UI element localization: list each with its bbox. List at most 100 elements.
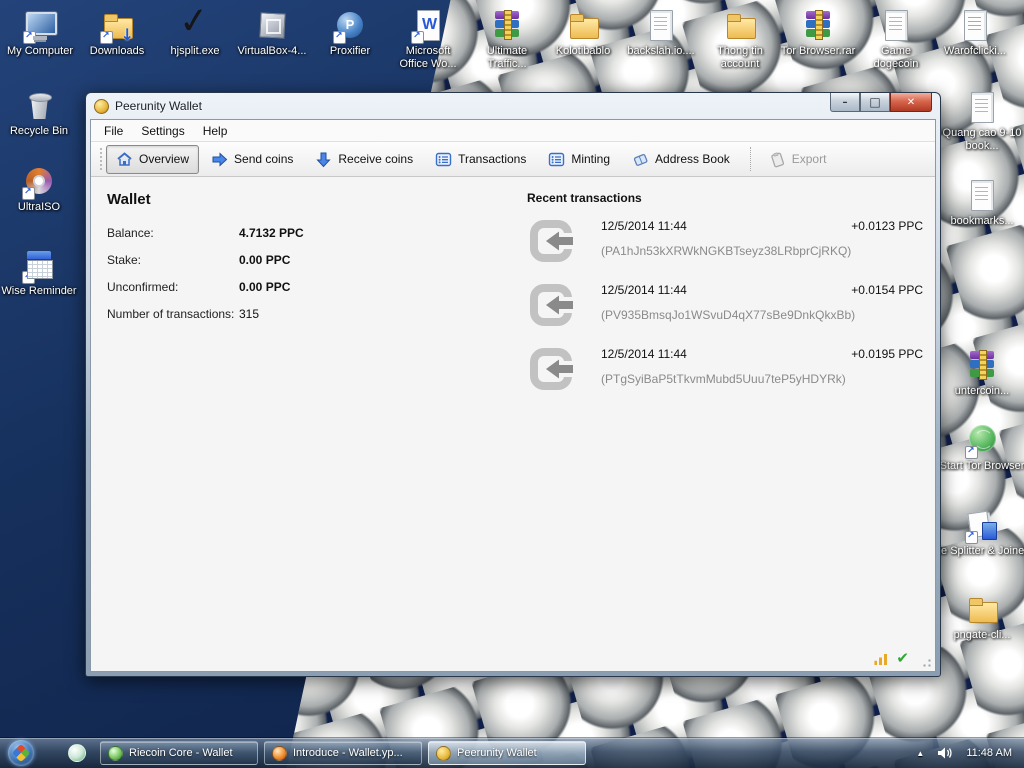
transaction-address: (PV935BmsqJo1WSvuD4qX77sBe9DnkQkxBb)	[601, 308, 923, 322]
minimize-button[interactable]	[830, 93, 860, 112]
desktop-icon-untercoin[interactable]: untercoin...	[934, 348, 1024, 398]
menu-settings[interactable]: Settings	[132, 121, 193, 141]
overview-page: Wallet Balance: 4.7132 PPC Stake: 0.00 P…	[91, 177, 935, 671]
desktop-icon-tor-rar[interactable]: Tor Browser.rar	[780, 8, 856, 58]
desktop-icon-ultimate-traffic[interactable]: Ultimate Traffic...	[469, 8, 545, 71]
riecoin-app-icon	[108, 746, 123, 761]
globe-icon	[965, 423, 999, 457]
desktop-icon-warofclicki[interactable]: Warofclicki...	[937, 8, 1013, 58]
shortcut-arrow-icon	[965, 446, 978, 459]
tx-count-row: Number of transactions: 315	[107, 307, 487, 321]
desktop-icon-recycle-bin[interactable]: Recycle Bin	[1, 88, 77, 138]
shortcut-arrow-icon	[965, 531, 978, 544]
desktop-icon-label: Ultimate Traffic...	[469, 45, 545, 71]
folder-icon	[566, 8, 600, 42]
desktop-icon-game-dogecoin[interactable]: Game dogecoin	[858, 8, 934, 71]
desktop-icon-start-tor[interactable]: Start Tor Browser	[934, 423, 1024, 473]
desktop-icon-bookmarks[interactable]: bookmarks...	[934, 178, 1024, 228]
menu-help[interactable]: Help	[194, 121, 237, 141]
desktop-icon-label: UltraISO	[1, 201, 77, 214]
speaker-icon[interactable]	[937, 746, 953, 760]
desktop-icon-virtualbox[interactable]: VirtualBox-4...	[234, 8, 310, 58]
wallet-panel: Wallet Balance: 4.7132 PPC Stake: 0.00 P…	[107, 191, 487, 334]
papers-icon	[965, 508, 999, 542]
address-book-icon	[632, 151, 649, 168]
window-titlebar[interactable]: Peerunity Wallet	[86, 93, 940, 119]
desktop-icon-label: bookmarks...	[934, 215, 1024, 228]
recent-transactions-panel: Recent transactions 12/5/2014 11:44 (PA1…	[527, 191, 923, 409]
taskbar-button-riecoin[interactable]: Riecoin Core - Wallet	[100, 741, 258, 765]
transaction-amount: +0.0195 PPC	[851, 347, 923, 361]
show-hidden-icons-chevron[interactable]	[916, 749, 924, 758]
desktop-icon-wise-reminder[interactable]: Wise Reminder	[1, 248, 77, 298]
desktop-icon-file-splitter[interactable]: ile Splitter & Joiner	[934, 508, 1024, 558]
desktop-icon-thong-tin[interactable]: Thong tin account	[702, 8, 778, 71]
cd-disc-icon	[22, 164, 56, 198]
winrar-archive-icon	[965, 348, 999, 382]
folder-icon	[723, 8, 757, 42]
desktop-icon-backslah[interactable]: backslah.io....	[623, 8, 699, 58]
toolbar-transactions-button[interactable]: Transactions	[425, 145, 536, 174]
desktop-icon-label: Game dogecoin	[858, 45, 934, 71]
shortcut-arrow-icon	[22, 271, 35, 284]
desktop-icon-label: Proxifier	[312, 45, 388, 58]
desktop-icon-my-computer[interactable]: My Computer	[2, 8, 78, 58]
toolbar-receive-coins-button[interactable]: Receive coins	[305, 145, 423, 174]
text-document-icon	[965, 90, 999, 124]
toolbar-send-coins-button[interactable]: Send coins	[201, 145, 303, 174]
transaction-row[interactable]: 12/5/2014 11:44 (PTgSyiBaP5tTkvmMubd5Uuu…	[527, 345, 923, 393]
toolbar-overview-button[interactable]: Overview	[106, 145, 199, 174]
shortcut-arrow-icon	[23, 31, 36, 44]
unconfirmed-row: Unconfirmed: 0.00 PPC	[107, 280, 487, 294]
desktop-icon-label: ile Splitter & Joiner	[934, 545, 1024, 558]
taskbar-button-firefox[interactable]: Introduce - Wallet.yp...	[264, 741, 422, 765]
desktop-icon-pngate[interactable]: pngate-cli...	[934, 592, 1024, 642]
desktop-icon-label: Tor Browser.rar	[780, 45, 856, 58]
desktop-icon-label: Start Tor Browser	[934, 460, 1024, 473]
desktop-icon-ms-office[interactable]: Microsoft Office Wo...	[390, 8, 466, 71]
received-transaction-icon	[527, 217, 575, 265]
toolbar-minting-button[interactable]: Minting	[538, 145, 620, 174]
quick-launch-icon[interactable]	[68, 744, 86, 762]
received-transaction-icon	[527, 281, 575, 329]
list-icon	[435, 151, 452, 168]
desktop-icon-label: untercoin...	[934, 385, 1024, 398]
transaction-address: (PA1hJn53kXRWkNGKBTseyz38LRbprCjRKQ)	[601, 244, 923, 258]
desktop-icon-kolotibablo[interactable]: Kolotibablo	[545, 8, 621, 58]
transaction-row[interactable]: 12/5/2014 11:44 (PA1hJn53kXRWkNGKBTseyz3…	[527, 217, 923, 265]
desktop-icon-hjsplit[interactable]: hjsplit.exe	[157, 8, 233, 58]
toolbar-drag-handle[interactable]	[98, 146, 103, 172]
toolbar-export-button[interactable]: Export	[759, 145, 837, 174]
desktop-icon-label: Quang cao 9-10 book...	[934, 127, 1024, 153]
desktop-icon-label: pngate-cli...	[934, 629, 1024, 642]
winrar-archive-icon	[490, 8, 524, 42]
calendar-icon	[22, 248, 56, 282]
start-button[interactable]	[8, 740, 34, 766]
resize-grip[interactable]	[920, 656, 932, 668]
menu-file[interactable]: File	[95, 121, 132, 141]
peerunity-wallet-window: Peerunity Wallet File Settings Help Over…	[85, 92, 941, 677]
close-button[interactable]	[890, 93, 932, 112]
status-bar-icons	[874, 651, 909, 665]
toolbar-address-book-button[interactable]: Address Book	[622, 145, 740, 174]
desktop-icon-label: hjsplit.exe	[157, 45, 233, 58]
word-document-icon	[411, 8, 445, 42]
desktop-icon-ultraiso[interactable]: UltraISO	[1, 164, 77, 214]
transaction-row[interactable]: 12/5/2014 11:44 (PV935BmsqJo1WSvuD4qX77s…	[527, 281, 923, 329]
desktop-icon-proxifier[interactable]: Proxifier	[312, 8, 388, 58]
maximize-button[interactable]	[860, 93, 890, 112]
desktop-icon-label: My Computer	[2, 45, 78, 58]
peerunity-coin-icon	[94, 99, 109, 114]
shortcut-arrow-icon	[333, 31, 346, 44]
desktop-icon-quang-cao[interactable]: Quang cao 9-10 book...	[934, 90, 1024, 153]
shortcut-arrow-icon	[100, 31, 113, 44]
unconfirmed-value: 0.00 PPC	[239, 280, 290, 294]
desktop-icon-label: Kolotibablo	[545, 45, 621, 58]
desktop-icon-label: Microsoft Office Wo...	[390, 45, 466, 71]
desktop-icon-downloads[interactable]: ↓ Downloads	[79, 8, 155, 58]
transaction-address: (PTgSyiBaP5tTkvmMubd5Uuu7teP5yHDYRk)	[601, 372, 923, 386]
taskbar-clock[interactable]: 11:48 AM	[966, 747, 1012, 759]
desktop-icon-label: Wise Reminder	[1, 285, 77, 298]
notepad-document-icon	[958, 8, 992, 42]
taskbar-button-peerunity[interactable]: Peerunity Wallet	[428, 741, 586, 765]
